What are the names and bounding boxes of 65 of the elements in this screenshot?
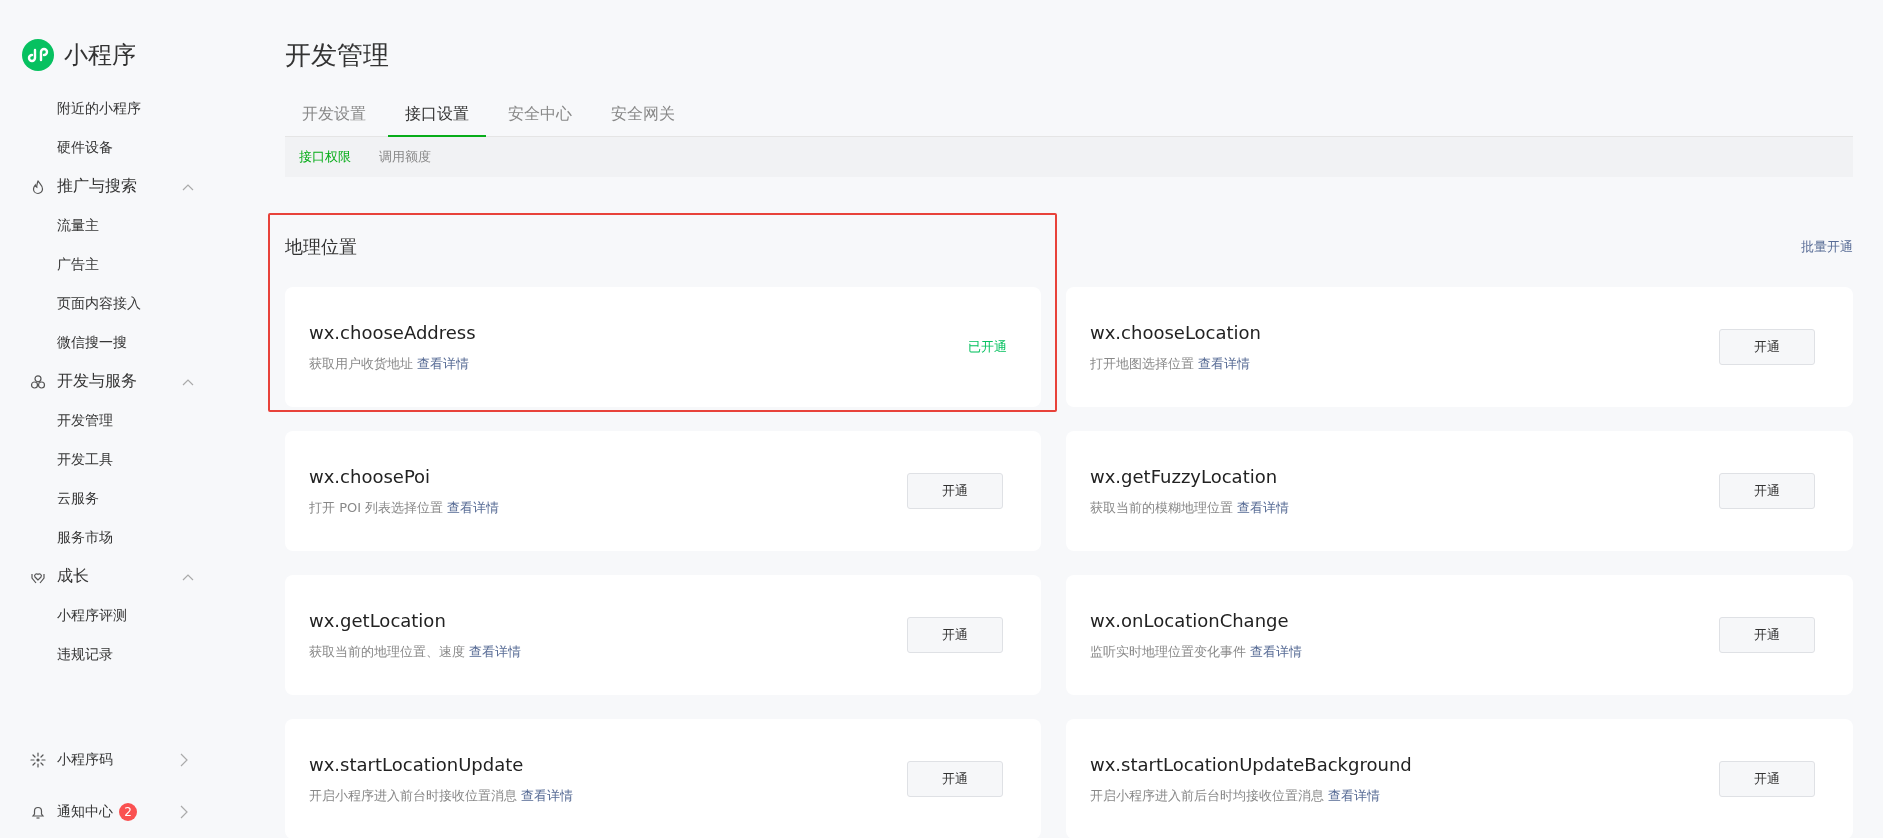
api-name: wx.chooseAddress (309, 321, 477, 343)
notification-badge: 2 (119, 803, 137, 821)
api-description: 获取当前的地理位置、速度 查看详情 (309, 642, 523, 661)
sidebar-item[interactable]: 附近的小程序 (0, 89, 238, 128)
sidebar-item[interactable]: 通知中心 (57, 803, 113, 821)
details-link[interactable]: 查看详情 (1237, 499, 1290, 515)
api-description: 打开 POI 列表选择位置 查看详情 (309, 498, 501, 517)
chevron-icon[interactable] (182, 572, 194, 581)
api-name: wx.startLocationUpdateBackground (1090, 753, 1413, 775)
sidebar-item[interactable]: 服务市场 (0, 518, 238, 557)
batch-enable-link[interactable]: 批量开通 (1801, 238, 1853, 256)
section-title: 地理位置 (285, 235, 357, 259)
sidebar-group-label[interactable]: 开发与服务 (57, 371, 172, 392)
enable-button[interactable]: 开通 (1719, 329, 1815, 365)
chevron-icon[interactable] (182, 377, 194, 386)
app-name: 小程序 (64, 40, 136, 71)
api-name: wx.startLocationUpdate (309, 753, 525, 775)
enabled-status: 已开通 (968, 338, 1007, 356)
enable-button[interactable]: 开通 (1719, 617, 1815, 653)
details-link[interactable]: 查看详情 (469, 643, 522, 659)
details-link[interactable]: 查看详情 (521, 787, 574, 803)
sidebar-item[interactable]: 广告主 (0, 245, 238, 284)
details-link[interactable]: 查看详情 (1250, 643, 1303, 659)
logo-icon (22, 39, 54, 71)
sidebar-item[interactable]: 开发工具 (0, 440, 238, 479)
enable-button[interactable]: 开通 (1719, 761, 1815, 797)
sidebar-item[interactable]: 微信搜一搜 (0, 323, 238, 362)
sidebar-group-label[interactable]: 推广与搜索 (57, 176, 172, 197)
enable-button[interactable]: 开通 (907, 473, 1003, 509)
bell-icon (30, 804, 46, 820)
chevron-right-icon[interactable] (180, 805, 188, 819)
chevron-right-icon[interactable] (180, 753, 188, 767)
tab[interactable]: 开发设置 (285, 104, 383, 137)
api-description: 开启小程序进入前台时接收位置消息 查看详情 (309, 786, 575, 805)
enable-button[interactable]: 开通 (1719, 473, 1815, 509)
sidebar-item[interactable]: 小程序码 (57, 751, 113, 769)
sidebar-item[interactable]: 流量主 (0, 206, 238, 245)
api-description: 监听实时地理位置变化事件 查看详情 (1090, 642, 1304, 661)
sparkle-icon (30, 752, 46, 768)
sidebar-item[interactable]: 页面内容接入 (0, 284, 238, 323)
api-description: 获取用户收货地址 查看详情 (309, 354, 471, 373)
api-name: wx.getFuzzyLocation (1090, 465, 1279, 487)
api-description: 打开地图选择位置 查看详情 (1090, 354, 1252, 373)
details-link[interactable]: 查看详情 (417, 355, 470, 371)
sidebar-item[interactable]: 开发管理 (0, 401, 238, 440)
api-description: 获取当前的模糊地理位置 查看详情 (1090, 498, 1291, 517)
chevron-icon[interactable] (182, 182, 194, 191)
details-link[interactable]: 查看详情 (447, 499, 500, 515)
page-title: 开发管理 (285, 39, 390, 72)
flame-icon (30, 178, 46, 195)
api-description: 开启小程序进入前后台时均接收位置消息 查看详情 (1090, 786, 1382, 805)
sidebar-item[interactable]: 违规记录 (0, 635, 238, 674)
enable-button[interactable]: 开通 (907, 761, 1003, 797)
sidebar-item[interactable]: 云服务 (0, 479, 238, 518)
details-link[interactable]: 查看详情 (1328, 787, 1381, 803)
enable-button[interactable]: 开通 (907, 617, 1003, 653)
api-name: wx.chooseLocation (1090, 321, 1262, 343)
sidebar-item[interactable]: 硬件设备 (0, 128, 238, 167)
details-link[interactable]: 查看详情 (1198, 355, 1251, 371)
circles-icon (30, 373, 46, 390)
api-name: wx.onLocationChange (1090, 609, 1290, 631)
api-name: wx.getLocation (309, 609, 447, 631)
sidebar-item[interactable]: 小程序评测 (0, 596, 238, 635)
api-name: wx.choosePoi (309, 465, 432, 487)
sidebar-group-label[interactable]: 成长 (57, 566, 172, 587)
